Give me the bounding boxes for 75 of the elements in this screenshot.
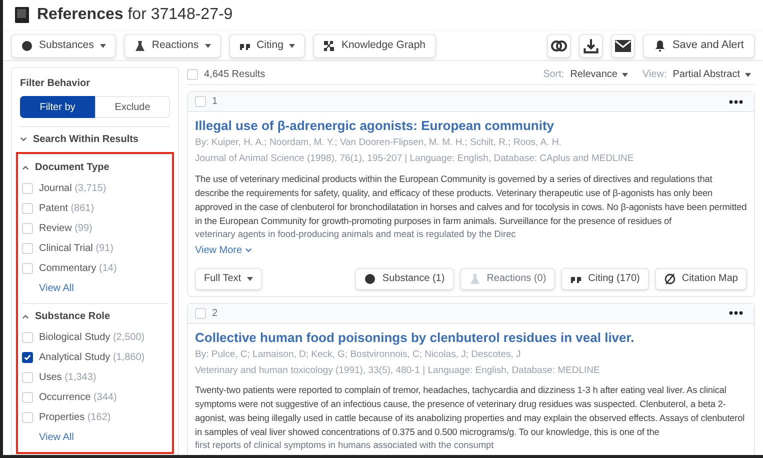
view-dropdown[interactable]: Partial Abstract [672,67,755,82]
filter-heading: Filter Behavior [20,77,92,91]
caret-icon [745,72,751,76]
chevron-up-icon [22,165,29,170]
filter-option[interactable]: Clinical Trial (91) [39,241,114,256]
result-number: 2 [212,306,218,320]
authors-text: By: Pulce, C; Lamaison, D; Keck, G; Bostvironnois, C; Nicolas, J; Descotes, J [195,348,522,362]
results-count: 4,645 Results [204,68,266,82]
section-toggle[interactable]: Document Type [22,160,110,175]
abstract-text: Twenty-two patients were reported to complain of tremor, headaches, tachycardia and dizziness 1-3 h after eating veal liver. As clinical symptoms were not suggestive of an infectious cause, the presence of veterinary drug residues was suspected. Clenbuterol, a beta 2-agonist, was being illegally used in cattle because of its anabolizing properties and may explain the observed effects. Assays of clenbuterol in samples of veal liver showed concentrations of 0.375 and 0.500 micrograms/g. To our knowledge, this is one of the [195,384,746,439]
checkbox[interactable] [22,352,33,363]
filter-option[interactable]: Analytical Study (1,860) [39,350,145,365]
authors-text: By: Kuiper, H. A.; Noordam, M. Y.; Van Dooren-Flipsen, M. M. H.; Schilt, R.; Roos, A. H. [195,136,562,150]
checkmark-icon [23,353,32,362]
caret-icon [289,44,296,48]
filter-tab[interactable]: Filter by [20,96,95,118]
citation-map-button[interactable]: Citation Map [654,268,747,290]
faded-abstract-text: first reports of clinical symptoms in humans associated with the consumpt [195,439,495,451]
caret-icon [204,44,211,48]
abstract-text: The use of veterinary medicinal products within the European Community is governed by a series of directives and regulations that describe the requirements for safety, quality, and efficacy of these products. Veterinary therapeutic use of β-agonists has only been approved in the case of clenbuterol for bronchodilatation in horses and calves and for tocolysis in cows. No β-agonists have been permitted in the European Community for growth-promoting purposes in farm animals. Surveillance for the presence of residues of [195,172,747,228]
select-all-checkbox[interactable] [187,69,198,80]
filter-option[interactable]: Commentary (14) [39,261,117,276]
sort-dropdown[interactable]: Relevance [570,67,628,82]
filter-option[interactable]: Journal (3,715) [39,181,106,196]
filter-option[interactable]: Properties (162) [39,410,111,425]
source-text: Veterinary and human toxicology (1991), 33(5), 480-1 | Language: English, Database: MEDLINE [195,364,601,378]
source-text: Journal of Animal Science (1998), 76(1), 195-207 | Language: English, Database: CAplus and MEDLINE [195,152,635,166]
flask-icon [134,40,146,52]
view-more-link[interactable]: View More [195,242,252,258]
network-icon [323,40,336,52]
ellipsis-icon [729,311,743,315]
substance-menu-button[interactable]: Substances [11,34,116,58]
bell-icon [654,40,666,52]
slashed-circle-icon [664,272,676,284]
view-all-link[interactable]: View All [39,430,74,445]
quote-menu-button[interactable]: Citing [228,34,306,58]
chevron-up-icon [22,314,29,319]
filter-option[interactable]: Uses (1,343) [39,370,96,385]
globe-icon [21,40,33,52]
filter-option[interactable]: Review (99) [39,221,92,236]
full-text-button[interactable]: Full Text [195,268,262,290]
rings-button[interactable] [547,34,572,58]
book-icon [15,7,29,23]
caret-icon [247,276,254,280]
section-toggle[interactable]: Substance Role [22,309,110,324]
chevron-down-icon [245,248,252,252]
graph-menu-button[interactable]: Knowledge Graph [313,34,436,58]
substance-button[interactable]: Substance (1) [355,268,454,290]
rings-icon [551,40,568,52]
view-label: View: [642,68,667,82]
view-all-link[interactable]: View All [39,281,74,296]
flask-icon [468,272,481,284]
filter-option[interactable]: Patent (861) [39,201,94,216]
sort-label: Sort: [543,68,564,82]
section-toggle[interactable]: Search Within Results [20,132,138,147]
flask-menu-button[interactable]: Reactions [124,34,221,58]
ellipsis-icon [729,100,743,104]
globe-icon [364,272,376,284]
filter-tab[interactable]: Exclude [95,96,170,118]
filter-option[interactable]: Biological Study (2,500) [39,330,145,345]
mail-icon [615,40,632,52]
download-button[interactable] [579,34,604,58]
save-alert-button[interactable]: Save and Alert [643,34,755,58]
mail-button[interactable] [611,34,636,58]
faded-abstract-text: veterinary agents in food-producing animals and meat is regulated by the Direc [195,228,517,240]
chevron-down-icon [20,137,27,142]
page-title: References for 37148-27-9 [37,5,233,25]
result-title-link[interactable]: Illegal use of β-adrenergic agonists: European community [195,118,747,134]
caret-icon [622,72,628,76]
download-icon [583,38,600,54]
caret-icon [100,44,106,48]
quote-button[interactable]: Citing (170) [561,268,649,290]
result-number: 1 [212,95,218,109]
filter-option[interactable]: Occurrence (344) [39,390,117,405]
result-title-link[interactable]: Collective human food poisonings by clenbuterol residues in veal liver. [195,330,747,346]
